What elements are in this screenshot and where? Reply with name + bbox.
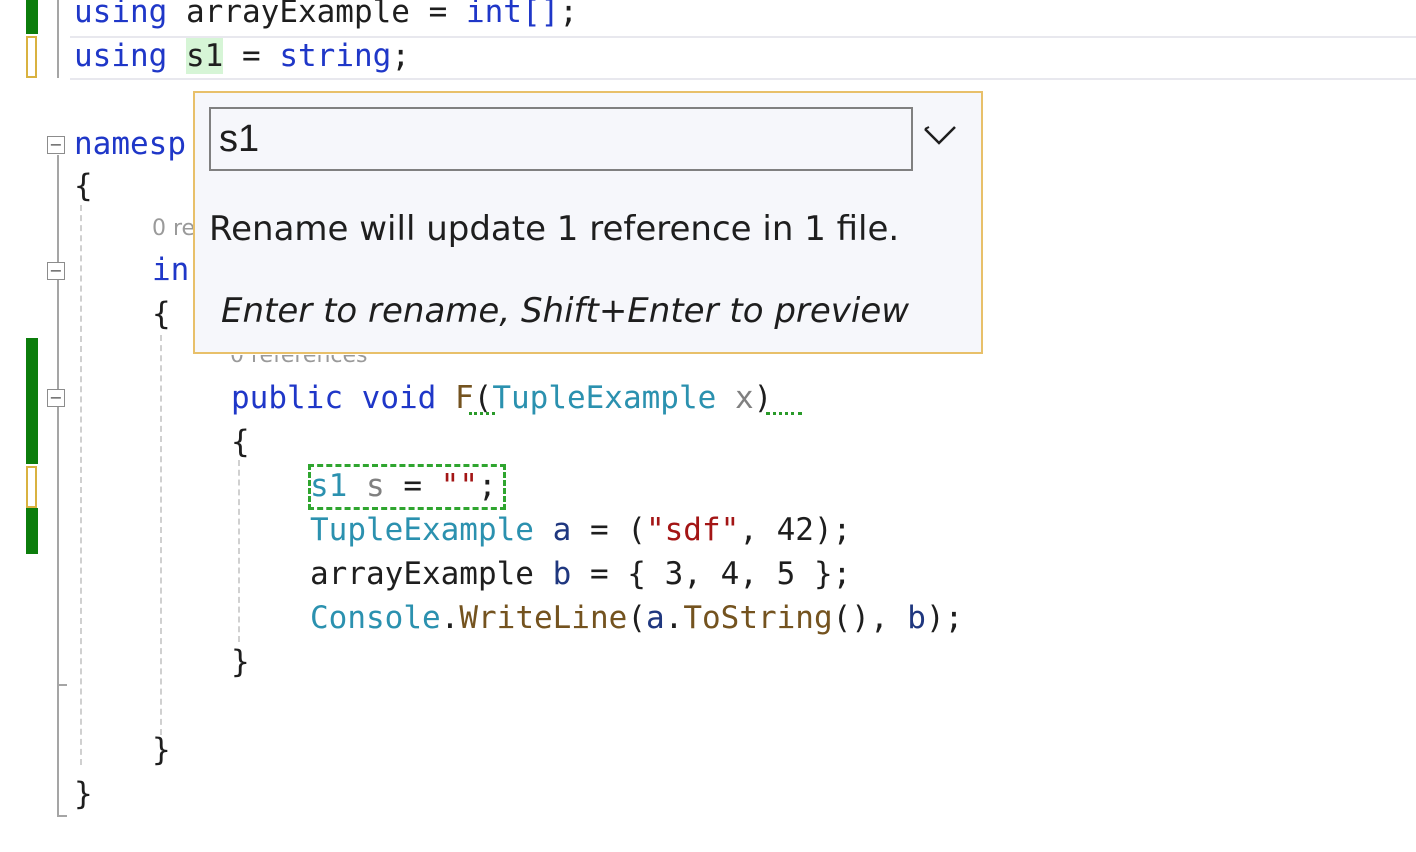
code-line-tuple[interactable]: TupleExample a = ("sdf", 42); (310, 508, 851, 552)
rename-hint-text: Enter to rename, Shift+Enter to preview (221, 291, 910, 331)
rename-target-identifier: s1 (186, 38, 224, 74)
collapse-method-button[interactable]: − (47, 389, 65, 407)
change-marker-unsaved (26, 466, 37, 508)
rename-input[interactable] (209, 107, 913, 171)
inline-rename-popup: Rename will update 1 reference in 1 file… (193, 91, 983, 354)
change-marker-saved (26, 508, 38, 554)
outline-line (57, 0, 59, 78)
collapse-namespace-button[interactable]: − (47, 136, 65, 154)
code-line-class-open-brace[interactable]: { (152, 292, 171, 336)
code-line-class-decl[interactable]: in (152, 248, 189, 292)
code-line-method-open-brace[interactable]: { (231, 420, 250, 464)
code-line-namespace[interactable]: namesp (74, 122, 186, 166)
code-line-method-decl[interactable]: public void F(TupleExample x) (231, 376, 772, 420)
outline-end (57, 815, 67, 817)
change-marker-unsaved (26, 36, 37, 78)
outline-end (57, 684, 67, 686)
code-line-method-close-brace[interactable]: } (231, 640, 250, 684)
outline-line (57, 155, 59, 815)
code-line-class-close-brace[interactable]: } (152, 728, 171, 772)
change-marker-saved (26, 338, 38, 464)
code-line-namespace-open-brace[interactable]: { (74, 164, 93, 208)
code-line-array[interactable]: arrayExample b = { 3, 4, 5 }; (310, 552, 851, 596)
change-marker-saved (26, 0, 38, 34)
rename-info-text: Rename will update 1 reference in 1 file… (209, 209, 900, 249)
rename-tracking-box (308, 464, 506, 510)
indent-guide (238, 460, 240, 642)
suggestion-squiggle (766, 412, 802, 415)
code-line-console[interactable]: Console.WriteLine(a.ToString(), b); (310, 596, 963, 640)
indent-guide (160, 335, 162, 735)
indent-guide (80, 205, 82, 765)
code-line-using-array[interactable]: using arrayExample = int[]; (74, 0, 578, 34)
codelens-class-references[interactable]: 0 re (152, 216, 195, 241)
code-line-using-s1[interactable]: using s1 = string; (74, 34, 410, 78)
code-line-namespace-close-brace[interactable]: } (74, 772, 93, 816)
chevron-down-icon[interactable] (919, 115, 963, 159)
suggestion-squiggle (469, 412, 495, 415)
collapse-class-button[interactable]: − (47, 262, 65, 280)
